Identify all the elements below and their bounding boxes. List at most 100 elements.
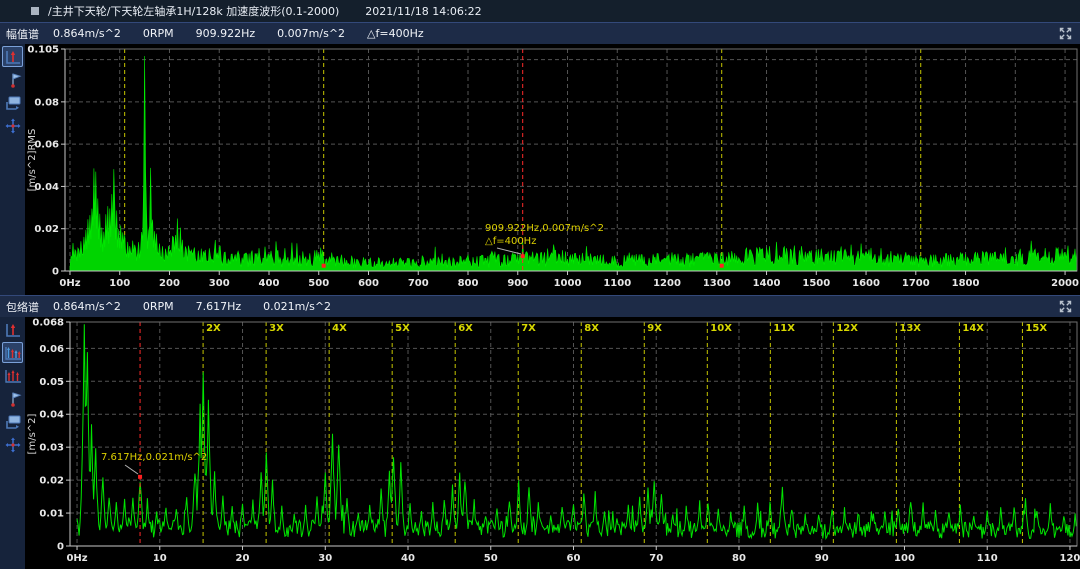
- x-tick-label: 1500: [802, 278, 830, 289]
- vibration-analysis-app: /主井下天轮/下天轮左轴承1H/128k 加速度波形(0.1-2000) 202…: [0, 0, 1080, 569]
- flag-marker-icon: [4, 390, 22, 408]
- harmonic-label: 2X: [206, 323, 221, 334]
- x-tick-label: 20: [236, 553, 250, 564]
- harmonic-label: 12X: [836, 323, 858, 334]
- single-cursor-icon: [4, 48, 22, 66]
- y-tick-label: 0.01: [39, 509, 64, 520]
- band-area-icon: [4, 413, 22, 431]
- x-tick-label: 200: [159, 278, 180, 289]
- band-area-tool-button[interactable]: [2, 92, 23, 113]
- cursor-annotation: 909.922Hz,0.007m/s^2: [485, 223, 604, 234]
- x-tick-label: 60: [567, 553, 581, 564]
- x-tick-label: 0Hz: [66, 553, 87, 564]
- amp-panel-label: 幅值谱: [6, 26, 39, 42]
- flag-marker-tool-button[interactable]: [2, 69, 23, 90]
- readout-value: 7.617Hz: [196, 300, 242, 313]
- x-tick-label: 1300: [703, 278, 731, 289]
- sideband-cursor-tool-button[interactable]: [2, 365, 23, 386]
- env-expand-button[interactable]: [1057, 299, 1073, 315]
- y-tick-label: 0.02: [34, 224, 59, 235]
- harmonic-label: 15X: [1025, 323, 1047, 334]
- x-tick-label: 90: [815, 553, 829, 564]
- x-tick-label: 120: [1060, 553, 1080, 564]
- harmonic-label: 11X: [773, 323, 795, 334]
- y-tick-label: 0.06: [34, 140, 59, 151]
- x-tick-label: 40: [401, 553, 415, 564]
- plot-border: [65, 49, 1077, 271]
- x-tick-label: 1100: [603, 278, 631, 289]
- x-tick-label: 1200: [653, 278, 681, 289]
- cursor-annotation: 7.617Hz,0.021m/s^2: [101, 452, 207, 463]
- x-tick-label: 2000: [1051, 278, 1079, 289]
- amplitude-spectrum-chart[interactable]: 909.922Hz,0.007m/s^2△f=400Hz0.1050.080.0…: [25, 44, 1080, 295]
- harmonic-label: 9X: [647, 323, 662, 334]
- harmonic-cursor-tool-button[interactable]: [2, 342, 23, 363]
- single-cursor-tool-button[interactable]: [2, 46, 23, 67]
- y-tick-label: 0.05: [39, 377, 64, 388]
- x-tick-label: 70: [649, 553, 663, 564]
- page-title: /主井下天轮/下天轮左轴承1H/128k 加速度波形(0.1-2000): [48, 3, 339, 19]
- amp-expand-button[interactable]: [1057, 26, 1073, 42]
- harmonic-label: 7X: [521, 323, 536, 334]
- x-tick-label: 1400: [753, 278, 781, 289]
- harmonic-label: 4X: [332, 323, 347, 334]
- cursor-marker[interactable]: [138, 475, 142, 479]
- readout-value: 0RPM: [143, 27, 174, 40]
- x-tick-label: 1000: [554, 278, 582, 289]
- x-tick-label: 80: [732, 553, 746, 564]
- y-axis-unit-label: [m/s^2]RMS: [27, 129, 38, 192]
- single-cursor-icon: [4, 321, 22, 339]
- single-cursor-tool-button[interactable]: [2, 319, 23, 340]
- x-tick-label: 10: [153, 553, 167, 564]
- x-tick-label: 800: [458, 278, 479, 289]
- x-tick-label: 900: [507, 278, 528, 289]
- y-tick-label: 0.04: [39, 410, 64, 421]
- amp-readouts: 0.864m/s^20RPM909.922Hz0.007m/s^2△f=400H…: [53, 27, 446, 40]
- sideband-cursor-icon: [4, 367, 22, 385]
- cursor-marker[interactable]: [521, 254, 525, 258]
- sideband-marker: [720, 264, 724, 268]
- harmonic-cursor-icon: [4, 344, 22, 362]
- harmonic-label: 6X: [458, 323, 473, 334]
- envelope-spectrum-chart[interactable]: 2X3X4X5X6X7X8X9X10X11X12X13X14X15X7.617H…: [25, 317, 1080, 569]
- window-square-icon: [31, 7, 39, 15]
- pan-icon: [4, 117, 22, 135]
- amp-tool-sidebar: [0, 44, 25, 295]
- expand-icon: [1058, 26, 1073, 41]
- y-tick-label: 0: [57, 542, 64, 553]
- env-readouts: 0.864m/s^20RPM7.617Hz0.021m/s^2: [53, 300, 353, 313]
- spectrum-trace: [77, 324, 1076, 538]
- readout-value: 0.007m/s^2: [277, 27, 345, 40]
- readout-value: 0.021m/s^2: [263, 300, 331, 313]
- spectrum-trace: [70, 56, 1077, 271]
- y-tick-label: 0.02: [39, 476, 64, 487]
- band-area-tool-button[interactable]: [2, 411, 23, 432]
- annotation-leader-line: [125, 465, 138, 474]
- x-tick-label: 1600: [852, 278, 880, 289]
- title-bar: /主井下天轮/下天轮左轴承1H/128k 加速度波形(0.1-2000) 202…: [0, 0, 1080, 22]
- x-tick-label: 110: [977, 553, 998, 564]
- y-tick-label: 0.04: [34, 182, 59, 193]
- y-axis-unit-label: [m/s^2]: [27, 413, 38, 454]
- y-tick-label: 0.08: [34, 97, 59, 108]
- readout-value: △f=400Hz: [367, 27, 424, 40]
- y-tick-label: 0.068: [32, 318, 64, 329]
- timestamp: 2021/11/18 14:06:22: [365, 5, 481, 18]
- flag-marker-icon: [4, 71, 22, 89]
- x-tick-label: 30: [318, 553, 332, 564]
- harmonic-label: 8X: [584, 323, 599, 334]
- x-tick-label: 500: [308, 278, 329, 289]
- x-tick-label: 400: [259, 278, 280, 289]
- pan-tool-button[interactable]: [2, 115, 23, 136]
- band-area-icon: [4, 94, 22, 112]
- x-tick-label: 1800: [952, 278, 980, 289]
- x-tick-label: 100: [109, 278, 130, 289]
- env-panel-label: 包络谱: [6, 299, 39, 315]
- readout-value: 0.864m/s^2: [53, 300, 121, 313]
- flag-marker-tool-button[interactable]: [2, 388, 23, 409]
- sideband-marker: [322, 264, 326, 268]
- x-tick-label: 50: [484, 553, 498, 564]
- amp-toolbar: 幅值谱 0.864m/s^20RPM909.922Hz0.007m/s^2△f=…: [0, 22, 1080, 44]
- pan-tool-button[interactable]: [2, 434, 23, 455]
- harmonic-label: 3X: [269, 323, 284, 334]
